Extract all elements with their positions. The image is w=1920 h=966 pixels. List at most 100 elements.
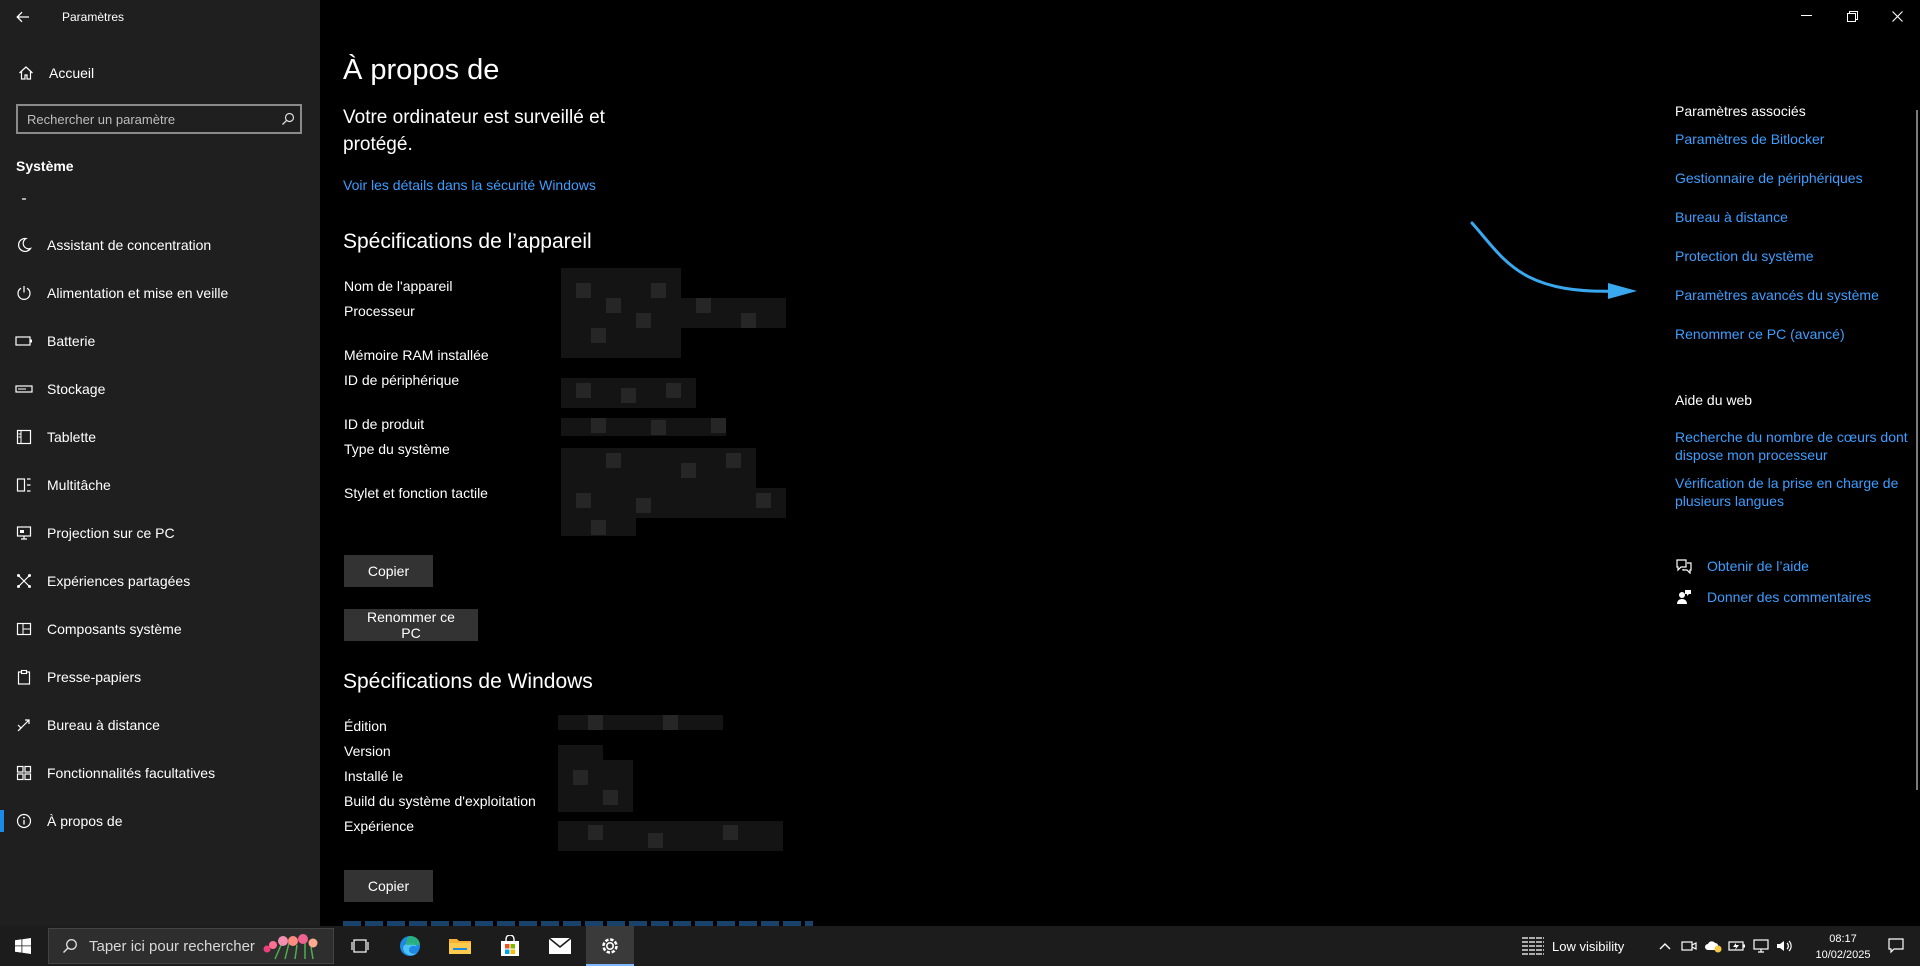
home-icon xyxy=(15,65,37,81)
back-button[interactable] xyxy=(12,6,34,28)
weather-widget[interactable]: Low visibility xyxy=(1520,926,1624,966)
sidebar-item-clipboard[interactable]: Presse-papiers xyxy=(0,653,320,701)
help-chat-icon xyxy=(1675,558,1693,574)
spec-label-device-id: ID de périphérique xyxy=(344,372,460,388)
start-button[interactable] xyxy=(0,926,46,966)
windows-logo-icon xyxy=(15,938,31,954)
redacted-windows-specs xyxy=(558,715,783,851)
projection-icon xyxy=(13,525,35,541)
feedback-row[interactable]: Donner des commentaires xyxy=(1675,589,1871,605)
taskbar-clock[interactable]: 08:17 10/02/2025 xyxy=(1812,931,1874,963)
task-view-button[interactable] xyxy=(336,926,384,966)
spec-label-os-build: Build du système d'exploitation xyxy=(344,793,536,809)
device-manager-link[interactable]: Gestionnaire de périphériques xyxy=(1675,169,1915,187)
sidebar-item-system-components[interactable]: Composants système xyxy=(0,605,320,653)
cpu-cores-help-link[interactable]: Recherche du nombre de cœurs dont dispos… xyxy=(1675,428,1915,464)
info-icon xyxy=(13,813,35,829)
rename-pc-advanced-link[interactable]: Renommer ce PC (avancé) xyxy=(1675,325,1915,343)
settings-icon xyxy=(602,938,618,954)
power-icon xyxy=(13,285,35,301)
sidebar-nav: Assistant de concentration Alimentation … xyxy=(0,221,320,845)
tray-app-icon[interactable] xyxy=(1677,926,1701,966)
copy-windows-specs-button[interactable]: Copier xyxy=(344,870,433,902)
sidebar-item-label: Presse-papiers xyxy=(47,669,142,685)
sidebar-item-label: Alimentation et mise en veille xyxy=(47,285,229,301)
remote-desktop-link[interactable]: Bureau à distance xyxy=(1675,208,1915,226)
sidebar-item-projection[interactable]: Projection sur ce PC xyxy=(0,509,320,557)
spec-label-installed-on: Installé le xyxy=(344,768,404,784)
feedback-icon xyxy=(1675,589,1693,605)
sidebar-item-label: Expériences partagées xyxy=(47,573,191,589)
tray-network-icon[interactable] xyxy=(1749,926,1773,966)
tablet-icon xyxy=(13,429,35,445)
get-help-row[interactable]: Obtenir de l’aide xyxy=(1675,558,1809,574)
tray-cloud-icon[interactable] xyxy=(1701,926,1725,966)
advanced-system-settings-link[interactable]: Paramètres avancés du système xyxy=(1675,286,1915,304)
sidebar: Paramètres Accueil Système Assistant de … xyxy=(0,0,320,926)
mail-button[interactable] xyxy=(536,926,584,966)
edge-button[interactable] xyxy=(386,926,434,966)
device-specs-heading: Spécifications de l’appareil xyxy=(343,230,592,253)
sidebar-item-label: Projection sur ce PC xyxy=(47,525,175,541)
get-help-link[interactable]: Obtenir de l’aide xyxy=(1707,558,1809,574)
content-scrollbar[interactable] xyxy=(1916,110,1918,790)
tray-overflow-button[interactable] xyxy=(1653,926,1677,966)
sidebar-item-optional-features[interactable]: Fonctionnalités facultatives xyxy=(0,749,320,797)
sidebar-item-about[interactable]: À propos de xyxy=(0,797,320,845)
page-title: À propos de xyxy=(343,54,500,86)
sidebar-item-home[interactable]: Accueil xyxy=(0,58,320,88)
moon-icon xyxy=(13,237,35,253)
spec-label-product-id: ID de produit xyxy=(344,416,425,432)
windows-security-link[interactable]: Voir les détails dans la sécurité Window… xyxy=(343,177,596,193)
settings-button[interactable] xyxy=(586,926,634,966)
related-settings-heading: Paramètres associés xyxy=(1675,103,1806,119)
file-explorer-button[interactable] xyxy=(436,926,484,966)
sidebar-item-label: À propos de xyxy=(47,813,123,829)
sidebar-item-label: Multitâche xyxy=(47,477,111,493)
weather-text: Low visibility xyxy=(1552,938,1625,954)
minimize-icon xyxy=(1800,15,1812,16)
rename-pc-button[interactable]: Renommer ce PC xyxy=(344,609,478,641)
spec-label-edition: Édition xyxy=(344,718,387,734)
sidebar-item-multitasking[interactable]: Multitâche xyxy=(0,461,320,509)
notification-center-button[interactable] xyxy=(1876,926,1916,966)
language-support-help-link[interactable]: Vérification de la prise en charge de pl… xyxy=(1675,474,1915,510)
tray-battery-icon[interactable] xyxy=(1725,926,1749,966)
restore-button[interactable] xyxy=(1829,0,1875,32)
settings-search-input[interactable] xyxy=(18,110,276,128)
store-button[interactable] xyxy=(486,926,534,966)
search-icon[interactable] xyxy=(276,112,300,126)
multitask-icon xyxy=(13,477,35,493)
windows-specs-heading: Spécifications de Windows xyxy=(343,670,593,693)
clipboard-icon xyxy=(13,669,35,685)
sidebar-item-power-sleep[interactable]: Alimentation et mise en veille xyxy=(0,269,320,317)
main-content: À propos de Votre ordinateur est surveil… xyxy=(320,0,1920,926)
taskbar-search-box[interactable]: Taper ici pour rechercher xyxy=(48,928,334,964)
sidebar-item-remote-desktop[interactable]: Bureau à distance xyxy=(0,701,320,749)
sidebar-item-focus-assist[interactable]: Assistant de concentration xyxy=(0,221,320,269)
taskbar-search-placeholder: Taper ici pour rechercher xyxy=(89,937,255,955)
give-feedback-link[interactable]: Donner des commentaires xyxy=(1707,589,1871,605)
system-protection-link[interactable]: Protection du système xyxy=(1675,247,1915,265)
sidebar-item-label: Tablette xyxy=(47,429,97,445)
sidebar-item-tablet[interactable]: Tablette xyxy=(0,413,320,461)
meet-icon xyxy=(1681,941,1697,951)
sidebar-item-storage[interactable]: Stockage xyxy=(0,365,320,413)
sidebar-section-title: Système xyxy=(16,158,74,174)
copy-device-specs-button[interactable]: Copier xyxy=(344,555,433,587)
sidebar-item-battery[interactable]: Batterie xyxy=(0,317,320,365)
sidebar-item-label: Batterie xyxy=(47,333,96,349)
battery-icon xyxy=(13,335,35,347)
spec-label-system-type: Type du système xyxy=(344,441,450,457)
sidebar-item-shared-experiences[interactable]: Expériences partagées xyxy=(0,557,320,605)
components-icon xyxy=(13,621,35,637)
notification-icon xyxy=(1888,938,1904,954)
close-button[interactable] xyxy=(1874,0,1920,32)
spec-label-version: Version xyxy=(344,743,391,759)
minimize-button[interactable] xyxy=(1783,0,1829,32)
settings-search-box[interactable] xyxy=(16,104,302,134)
tray-volume-icon[interactable] xyxy=(1773,926,1797,966)
bitlocker-settings-link[interactable]: Paramètres de Bitlocker xyxy=(1675,130,1915,148)
sidebar-item-label: Composants système xyxy=(47,621,182,637)
annotation-arrow xyxy=(1470,221,1637,299)
